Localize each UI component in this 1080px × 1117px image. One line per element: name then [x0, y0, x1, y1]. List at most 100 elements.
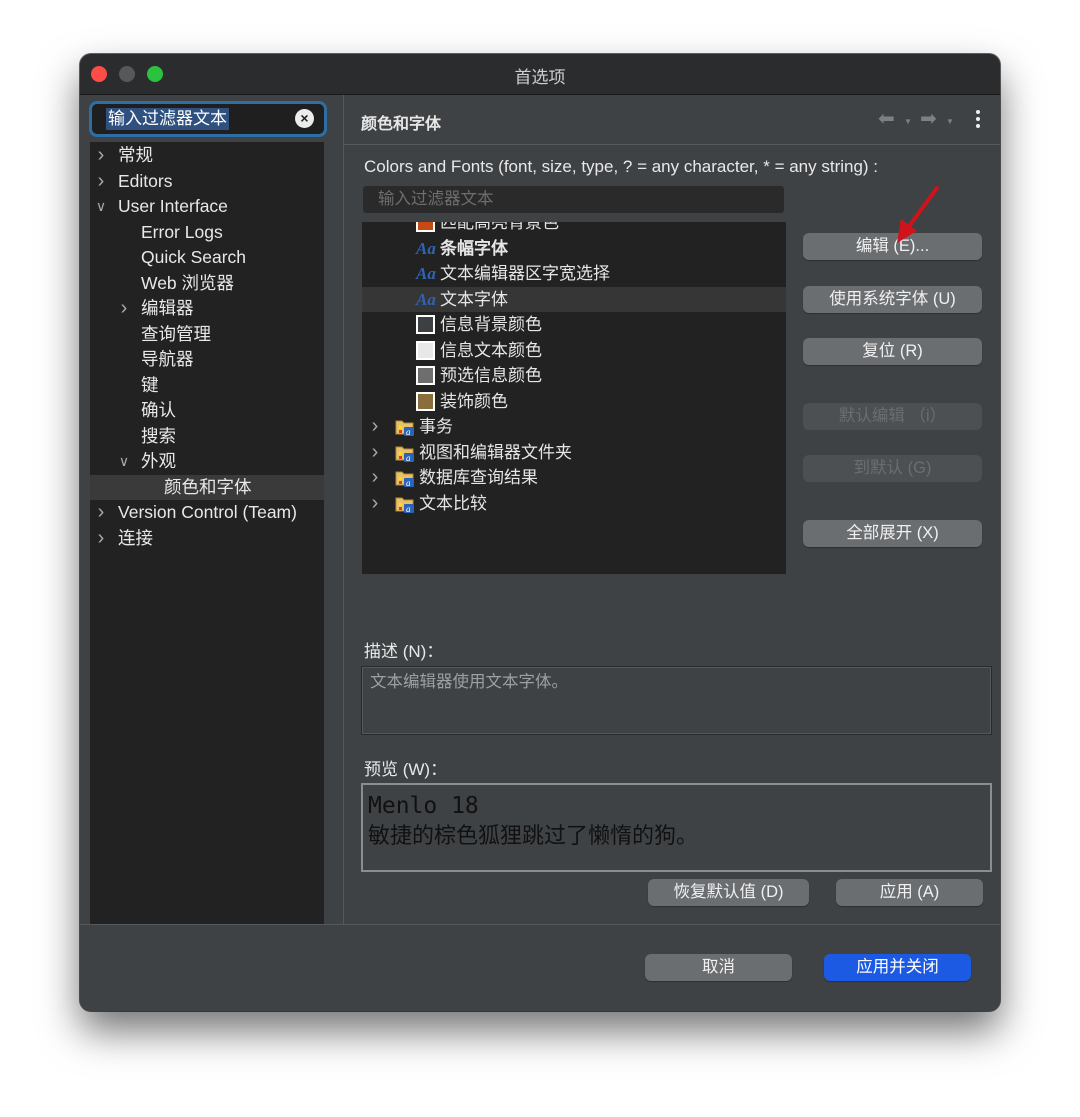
tree-row-label: 数据库查询结果: [419, 468, 538, 487]
sidebar-filter-value: 输入过滤器文本: [106, 108, 229, 130]
sidebar-item-label: 外观: [141, 451, 176, 471]
sidebar-item-label: Editors: [118, 170, 173, 191]
sidebar-item[interactable]: › 编辑器: [90, 296, 324, 321]
description-label: 描述 (N)：: [364, 642, 444, 661]
sidebar-item-label: User Interface: [118, 196, 228, 216]
sidebar-item[interactable]: Web 浏览器: [90, 271, 324, 296]
use-system-font-button[interactable]: 使用系统字体 (U): [803, 286, 982, 313]
colors-fonts-filter-input[interactable]: 输入过滤器文本: [363, 186, 784, 213]
sidebar-item[interactable]: 搜索: [90, 424, 324, 449]
category-row[interactable]: › a 文本比较: [362, 491, 786, 516]
sidebar-item[interactable]: Error Logs: [90, 220, 324, 245]
apply-and-close-button[interactable]: 应用并关闭: [824, 954, 971, 981]
sidebar-item[interactable]: 导航器: [90, 347, 324, 372]
chevron-right-icon[interactable]: ›: [94, 526, 108, 551]
kebab-menu-icon[interactable]: [976, 110, 980, 131]
tree-row[interactable]: 装饰颜色: [362, 389, 786, 414]
sidebar-item[interactable]: 颜色和字体: [90, 474, 324, 500]
page-title: 颜色和字体: [361, 116, 442, 133]
sidebar-item[interactable]: ∨ User Interface: [90, 194, 324, 219]
chevron-right-icon[interactable]: ›: [94, 500, 108, 525]
back-arrow-icon[interactable]: ⬅: [878, 107, 895, 131]
category-row[interactable]: › a 视图和编辑器文件夹: [362, 440, 786, 465]
chevron-down-icon[interactable]: ∨: [117, 449, 131, 474]
sidebar-item[interactable]: › 连接: [90, 526, 324, 551]
sidebar-item[interactable]: 查询管理: [90, 322, 324, 347]
apply-button[interactable]: 应用 (A): [836, 879, 983, 906]
chevron-right-icon[interactable]: ›: [368, 414, 382, 439]
sidebar-item-label: Error Logs: [141, 221, 223, 242]
expand-all-button[interactable]: 全部展开 (X): [803, 520, 982, 547]
colors-fonts-label: Colors and Fonts (font, size, type, ? = …: [364, 157, 879, 176]
back-dropdown-icon[interactable]: ▼: [904, 110, 912, 134]
sidebar-item-label: 连接: [118, 527, 153, 548]
tree-row-label: 文本编辑器区字宽选择: [440, 264, 610, 283]
sidebar-item[interactable]: › Version Control (Team): [90, 500, 324, 525]
chevron-right-icon[interactable]: ›: [117, 296, 131, 321]
tree-row[interactable]: Aa 条幅字体: [362, 236, 786, 261]
dialog-footer: 取消 应用并关闭: [80, 925, 1000, 1011]
tree-row-label: 信息背景颜色: [440, 315, 542, 334]
chevron-right-icon[interactable]: ›: [94, 169, 108, 194]
window-title: 首选项: [514, 68, 566, 87]
tree-row-label: 文本字体: [440, 289, 508, 309]
sidebar-item-label: 颜色和字体: [164, 476, 252, 497]
clear-filter-icon[interactable]: ×: [295, 109, 314, 128]
sidebar-item-label: 搜索: [141, 425, 176, 446]
preview-sample-text: 敏捷的棕色狐狸跳过了懒惰的狗。: [368, 824, 699, 849]
sidebar-item[interactable]: 键: [90, 373, 324, 398]
sidebar-item[interactable]: 确认: [90, 398, 324, 423]
restore-defaults-button[interactable]: 恢复默认值 (D): [648, 879, 809, 906]
chevron-right-icon[interactable]: ›: [368, 440, 382, 465]
forward-dropdown-icon[interactable]: ▼: [946, 110, 954, 134]
tree-row[interactable]: Aa 文本字体: [362, 286, 786, 312]
chevron-right-icon[interactable]: ›: [368, 465, 382, 490]
reset-button[interactable]: 复位 (R): [803, 338, 982, 365]
sidebar-item-label: Quick Search: [141, 247, 247, 267]
folder-icon: a: [395, 420, 414, 436]
chevron-right-icon[interactable]: ›: [94, 143, 108, 168]
title-bar: 首选项: [80, 54, 1000, 95]
colors-fonts-tree[interactable]: 匹配高亮背景色 Aa 条幅字体 Aa 文本编辑器区字宽选择 Aa 文本字体 信息背景颜色 信息文…: [362, 222, 786, 574]
sidebar-item[interactable]: › 常规: [90, 143, 324, 168]
folder-icon: a: [395, 471, 414, 487]
chevron-down-icon[interactable]: ∨: [94, 194, 108, 219]
tree-row-label: 装饰颜色: [440, 391, 508, 411]
forward-arrow-icon[interactable]: ➡: [920, 107, 937, 131]
annotation-arrow-icon: [897, 186, 939, 243]
cancel-button[interactable]: 取消: [645, 954, 792, 981]
preview-label: 预览 (W)：: [364, 760, 448, 779]
svg-text:a: a: [406, 504, 411, 513]
chevron-right-icon[interactable]: ›: [368, 491, 382, 516]
header-divider: [344, 144, 1000, 145]
color-swatch-icon: [416, 315, 435, 334]
sidebar-filter-input[interactable]: 输入过滤器文本 ×: [89, 101, 327, 137]
svg-text:a: a: [406, 427, 411, 436]
tree-row[interactable]: 信息背景颜色: [362, 312, 786, 337]
preview-font-name: Menlo 18: [368, 793, 479, 819]
svg-text:a: a: [406, 453, 411, 462]
tree-row[interactable]: 信息文本颜色: [362, 338, 786, 363]
font-icon: Aa: [416, 238, 436, 258]
sidebar-item-label: Web 浏览器: [141, 272, 235, 293]
preferences-window: 首选项 输入过滤器文本 × › 常规 › Editors ∨ User Interface…: [80, 54, 1000, 1011]
go-to-default-button[interactable]: 到默认 (G): [803, 455, 982, 482]
color-swatch-icon: [416, 340, 435, 360]
tree-row[interactable]: 预选信息颜色: [362, 363, 786, 388]
edit-default-button[interactable]: 默认编辑 （i）: [803, 403, 982, 430]
sidebar-item-label: 编辑器: [141, 298, 194, 318]
font-icon: Aa: [416, 289, 436, 309]
folder-icon: a: [395, 446, 414, 462]
tree-row-label: 预选信息颜色: [440, 366, 542, 385]
color-swatch-icon: [416, 222, 435, 232]
sidebar-item[interactable]: › Editors: [90, 169, 324, 194]
sidebar-item-label: 确认: [141, 400, 176, 420]
tree-row[interactable]: Aa 文本编辑器区字宽选择: [362, 261, 786, 286]
sidebar-item-label: Version Control (Team): [118, 502, 297, 522]
tree-row[interactable]: 匹配高亮背景色: [362, 222, 786, 235]
category-row[interactable]: › a 事务: [362, 414, 786, 439]
sidebar-item[interactable]: Quick Search: [90, 245, 324, 270]
sidebar-item[interactable]: ∨ 外观: [90, 449, 324, 474]
category-row[interactable]: › a 数据库查询结果: [362, 465, 786, 490]
sidebar-item-label: 常规: [118, 145, 153, 165]
